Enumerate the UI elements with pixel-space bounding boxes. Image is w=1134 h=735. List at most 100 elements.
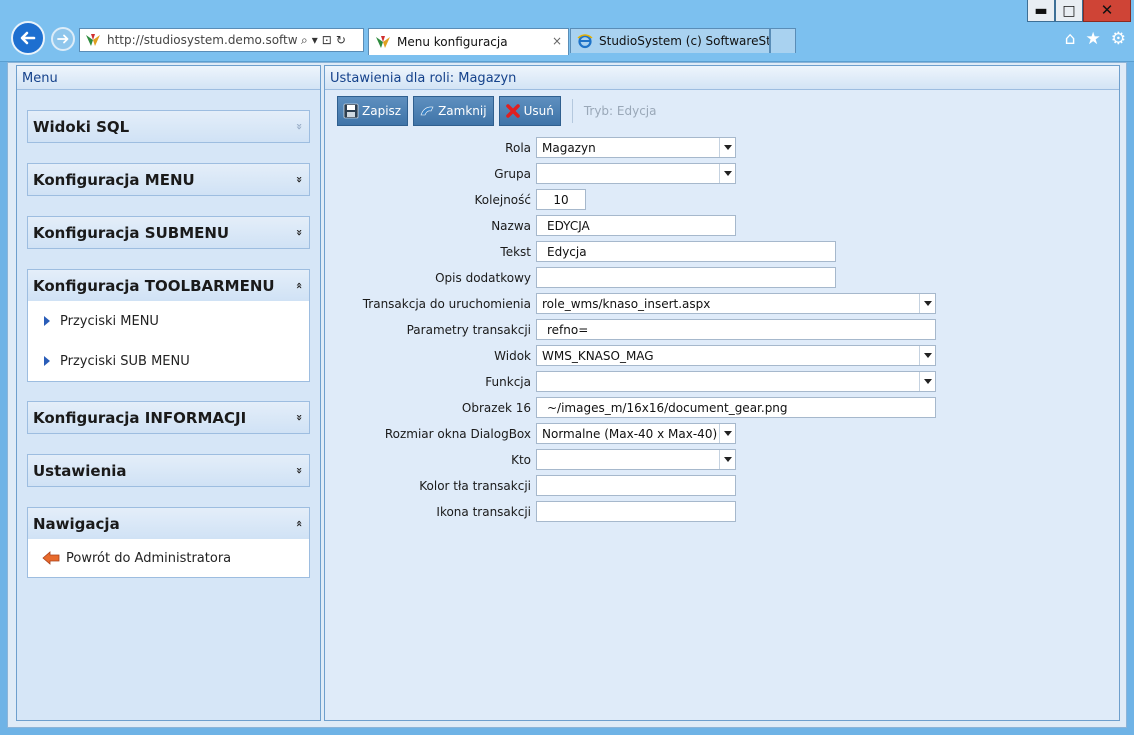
rola-select[interactable]: Magazyn <box>536 137 736 158</box>
chevron-down-icon[interactable]: » <box>293 123 306 130</box>
home-icon[interactable]: ⌂ <box>1065 29 1076 49</box>
forward-button[interactable] <box>51 27 75 51</box>
section-header[interactable]: Konfiguracja INFORMACJI » <box>28 402 309 433</box>
grupa-label: Grupa <box>494 167 531 181</box>
arrow-left-icon <box>20 31 36 45</box>
section-header[interactable]: Konfiguracja TOOLBARMENU « <box>28 270 309 301</box>
section-title: Konfiguracja INFORMACJI <box>33 408 247 427</box>
widok-label: Widok <box>494 349 531 363</box>
chevron-down-icon[interactable] <box>719 164 735 183</box>
row-grupa: Grupa <box>325 163 1121 185</box>
menu-item-powrot[interactable]: Powrót do Administratora <box>28 539 309 577</box>
tab-menu-konfiguracja[interactable]: Menu konfiguracja × <box>368 28 569 55</box>
chevron-up-icon[interactable]: « <box>293 282 306 289</box>
row-kto: Kto <box>325 449 1121 471</box>
ikona-label: Ikona transakcji <box>436 505 531 519</box>
dropdown-icon[interactable]: ▾ <box>312 33 318 47</box>
section-header[interactable]: Konfiguracja SUBMENU » <box>28 217 309 248</box>
chevron-down-icon[interactable] <box>719 450 735 469</box>
ie-favicon-icon <box>577 34 593 49</box>
form-toolbar: Zapisz Zamknij Usuń Tryb: Edycja <box>337 96 657 126</box>
save-button[interactable]: Zapisz <box>337 96 409 126</box>
menu-item-przyciski-sub-menu[interactable]: Przyciski SUB MENU <box>28 341 309 381</box>
section-header[interactable]: Ustawienia » <box>28 455 309 486</box>
refresh-icon[interactable]: ↻ <box>336 33 346 47</box>
rola-label: Rola <box>505 141 531 155</box>
kto-select[interactable] <box>536 449 736 470</box>
maximize-button[interactable]: □ <box>1055 0 1083 22</box>
section-header[interactable]: Nawigacja « <box>28 508 309 539</box>
chevron-down-icon[interactable] <box>919 294 935 313</box>
search-icon[interactable]: ⌕ <box>301 33 308 48</box>
menu-item-label: Przyciski MENU <box>60 313 159 329</box>
obrazek-input[interactable]: ~/images_m/16x16/document_gear.png <box>536 397 936 418</box>
close-label: Zamknij <box>438 104 487 118</box>
favorites-star-icon[interactable]: ★ <box>1086 29 1101 49</box>
opis-input[interactable] <box>536 267 836 288</box>
row-widok: Widok WMS_KNASO_MAG <box>325 345 1121 367</box>
chevron-down-icon[interactable]: » <box>293 229 306 236</box>
chevron-down-icon[interactable] <box>919 346 935 365</box>
address-text[interactable]: http://studiosystem.demo.softwar... <box>107 33 297 47</box>
address-bar[interactable]: http://studiosystem.demo.softwar... ⌕ ▾ … <box>79 28 364 52</box>
left-menu-panel: Menu Widoki SQL » Konfiguracja MENU » Ko… <box>16 65 321 721</box>
chevron-down-icon[interactable]: » <box>293 414 306 421</box>
settings-gear-icon[interactable]: ⚙ <box>1111 29 1126 49</box>
rozmiar-select[interactable]: Normalne (Max-40 x Max-40) <box>536 423 736 444</box>
row-parametry: Parametry transakcji refno= <box>325 319 1121 341</box>
row-tekst: Tekst Edycja <box>325 241 1121 263</box>
section-nawigacja: Nawigacja « Powrót do Administratora <box>27 507 310 578</box>
chevron-down-icon[interactable] <box>919 372 935 391</box>
section-header[interactable]: Konfiguracja MENU » <box>28 164 309 195</box>
transakcja-label: Transakcja do uruchomienia <box>362 297 531 311</box>
role-settings-panel: Ustawienia dla roli: Magazyn Zapisz Zamk… <box>324 65 1120 721</box>
maximize-icon: □ <box>1062 2 1076 19</box>
delete-button[interactable]: Usuń <box>498 96 561 126</box>
delete-x-icon <box>505 104 520 118</box>
parametry-input[interactable]: refno= <box>536 319 936 340</box>
nazwa-input[interactable]: EDYCJA <box>536 215 736 236</box>
transakcja-select[interactable]: role_wms/knaso_insert.aspx <box>536 293 936 314</box>
back-button[interactable] <box>11 21 45 55</box>
kolor-input[interactable] <box>536 475 736 496</box>
grupa-select[interactable] <box>536 163 736 184</box>
funkcja-select[interactable] <box>536 371 936 392</box>
menu-item-przyciski-menu[interactable]: Przyciski MENU <box>28 301 309 341</box>
chevron-down-icon[interactable]: » <box>293 176 306 183</box>
chevron-down-icon[interactable] <box>719 138 735 157</box>
close-button[interactable]: Zamknij <box>413 96 494 126</box>
new-tab-button[interactable] <box>770 28 796 53</box>
site-favicon-icon <box>86 34 100 46</box>
section-header[interactable]: Widoki SQL » <box>28 111 309 142</box>
minimize-button[interactable]: ▬ <box>1027 0 1055 22</box>
parametry-label: Parametry transakcji <box>406 323 531 337</box>
row-kolejnosc: Kolejność 10 <box>325 189 1121 211</box>
menu-item-label: Przyciski SUB MENU <box>60 353 190 369</box>
kolejnosc-input[interactable]: 10 <box>536 189 586 210</box>
close-door-icon <box>420 106 434 116</box>
close-window-button[interactable]: ✕ <box>1083 0 1131 22</box>
tekst-label: Tekst <box>500 245 531 259</box>
row-kolor: Kolor tła transakcji <box>325 475 1121 497</box>
widok-select[interactable]: WMS_KNASO_MAG <box>536 345 936 366</box>
section-konfiguracja-menu: Konfiguracja MENU » <box>27 163 310 196</box>
chevron-up-icon[interactable]: « <box>293 520 306 527</box>
compatibility-icon[interactable]: ⊡ <box>322 33 332 47</box>
kolor-label: Kolor tła transakcji <box>419 479 531 493</box>
save-label: Zapisz <box>362 104 402 118</box>
section-konfiguracja-informacji: Konfiguracja INFORMACJI » <box>27 401 310 434</box>
page-content: Menu Widoki SQL » Konfiguracja MENU » Ko… <box>7 62 1127 728</box>
rola-value: Magazyn <box>542 141 596 155</box>
tab-studiosystem[interactable]: StudioSystem (c) SoftwareStud... <box>570 28 770 53</box>
floppy-disk-icon <box>343 103 359 119</box>
tekst-input[interactable]: Edycja <box>536 241 836 262</box>
menu-panel-title: Menu <box>17 66 320 90</box>
browser-chrome: ▬ □ ✕ http://studiosystem.demo.softwar..… <box>0 0 1134 62</box>
ikona-input[interactable] <box>536 501 736 522</box>
section-title: Konfiguracja MENU <box>33 170 195 189</box>
triangle-bullet-icon <box>44 316 50 326</box>
chevron-down-icon[interactable]: » <box>293 467 306 474</box>
tab-close-icon[interactable]: × <box>552 34 562 48</box>
triangle-bullet-icon <box>44 356 50 366</box>
chevron-down-icon[interactable] <box>719 424 735 443</box>
